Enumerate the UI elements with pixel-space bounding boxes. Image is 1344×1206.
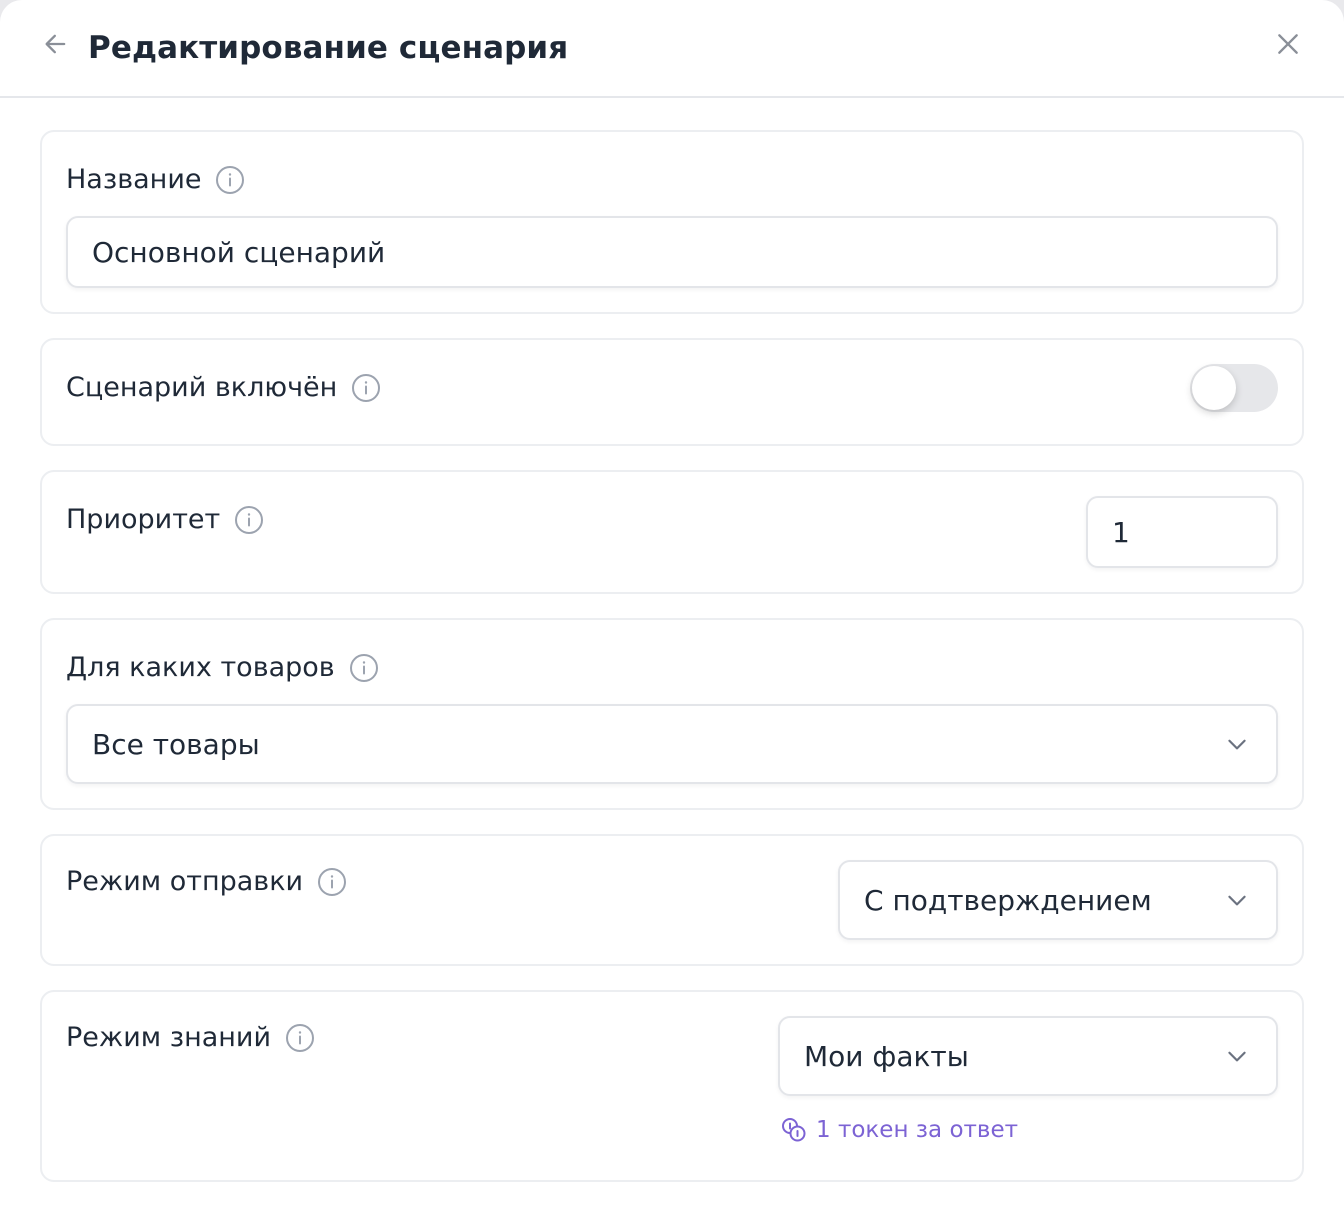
name-label-row: Название: [66, 162, 245, 198]
enabled-label: Сценарий включён: [66, 372, 338, 403]
arrow-left-icon: [45, 34, 66, 54]
chevron-down-icon: [1224, 1043, 1250, 1069]
priority-input[interactable]: 1: [1086, 496, 1278, 568]
priority-label: Приоритет: [66, 504, 221, 535]
info-icon[interactable]: [351, 373, 381, 403]
name-input-value: Основной сценарий: [92, 235, 386, 269]
products-select-value: Все товары: [92, 727, 260, 761]
knowledge-mode-select-value: Мои факты: [804, 1039, 969, 1073]
send-mode-label: Режим отправки: [66, 866, 304, 897]
enabled-card: Сценарий включён: [40, 338, 1304, 446]
products-label-row: Для каких товаров: [66, 650, 379, 686]
priority-input-value: 1: [1112, 515, 1130, 549]
info-icon[interactable]: [285, 1023, 315, 1053]
send-mode-select-value: С подтверждением: [864, 883, 1152, 917]
coins-icon: [782, 1118, 806, 1142]
page-title: Редактирование сценария: [88, 30, 569, 66]
close-icon: [1278, 34, 1298, 54]
chevron-down-icon: [1224, 887, 1250, 913]
info-icon[interactable]: [234, 505, 264, 535]
token-cost-text: 1 токен за ответ: [816, 1117, 1019, 1143]
products-select[interactable]: Все товары: [66, 704, 1278, 784]
enabled-label-row: Сценарий включён: [66, 370, 381, 406]
chevron-down-icon: [1224, 731, 1250, 757]
info-icon[interactable]: [215, 165, 245, 195]
send-mode-select[interactable]: С подтверждением: [838, 860, 1278, 940]
send-mode-card: Режим отправки С подтверждением: [40, 834, 1304, 966]
knowledge-mode-label: Режим знаний: [66, 1022, 272, 1053]
name-card: Название Основной сценарий: [40, 130, 1304, 314]
knowledge-mode-card: Режим знаний Мои факты 1 токен за ответ: [40, 990, 1304, 1182]
enabled-toggle[interactable]: [1190, 364, 1278, 412]
modal-header: Редактирование сценария: [0, 0, 1344, 98]
token-cost-note: 1 токен за ответ: [780, 1116, 1018, 1144]
products-label: Для каких товаров: [66, 652, 335, 683]
name-label: Название: [66, 164, 202, 195]
edit-scenario-modal: Редактирование сценария Название Основно…: [0, 0, 1344, 1206]
priority-card: Приоритет 1: [40, 470, 1304, 594]
name-input[interactable]: Основной сценарий: [66, 216, 1278, 288]
info-icon[interactable]: [349, 653, 379, 683]
toggle-knob: [1192, 366, 1236, 410]
products-card: Для каких товаров Все товары: [40, 618, 1304, 810]
back-button[interactable]: [38, 26, 74, 62]
close-button[interactable]: [1268, 24, 1308, 64]
info-icon[interactable]: [317, 867, 347, 897]
knowledge-mode-label-row: Режим знаний: [66, 1020, 315, 1056]
knowledge-mode-select[interactable]: Мои факты: [778, 1016, 1278, 1096]
priority-label-row: Приоритет: [66, 502, 264, 538]
send-mode-label-row: Режим отправки: [66, 864, 347, 900]
